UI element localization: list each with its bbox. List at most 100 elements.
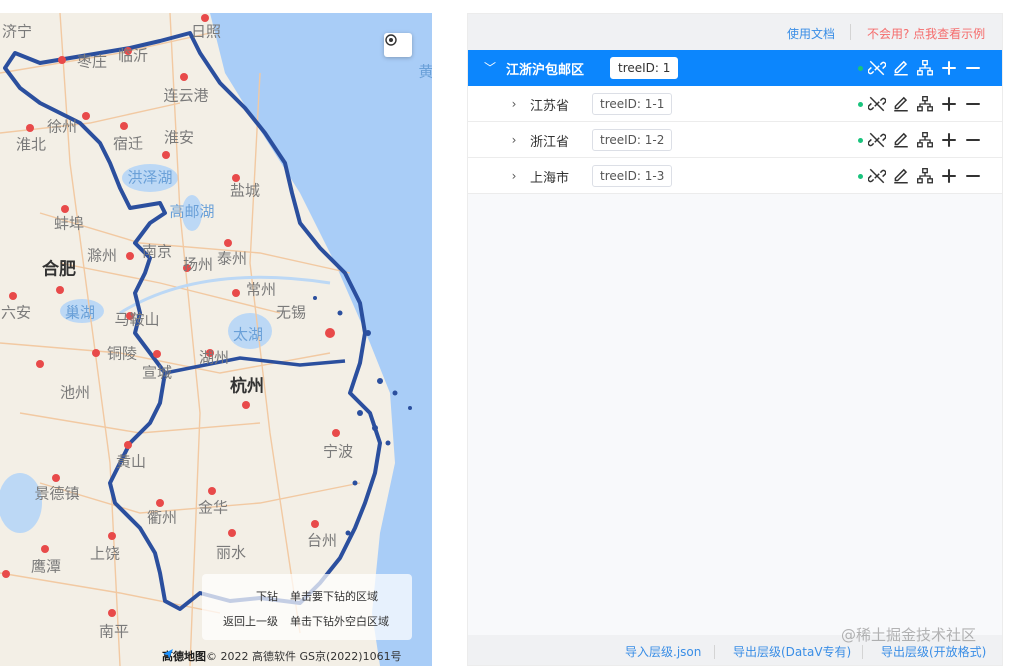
node-actions: [858, 59, 984, 77]
map-label: 枣庄: [76, 52, 108, 71]
region-tree: ﹀ 江浙沪包邮区 treeID: 1 › 江苏省 treeID: 1-1 › 浙江省 treeI…: [468, 50, 1002, 194]
map-label: 六安: [0, 303, 32, 322]
map-label: 高邮湖: [169, 202, 215, 221]
map-label: 池州: [59, 383, 91, 402]
status-dot: [858, 102, 863, 107]
unlink-icon[interactable]: [868, 131, 886, 149]
tree-id-tag: treeID: 1-1: [592, 93, 673, 115]
tree-id-tag: treeID: 1: [610, 57, 679, 79]
import-json-link[interactable]: 导入层级.json: [625, 643, 701, 660]
map-label: 黄: [418, 62, 432, 81]
map-canvas[interactable]: [0, 13, 432, 666]
tree-node-label[interactable]: 江苏省: [530, 95, 569, 114]
docs-link[interactable]: 使用文档: [787, 25, 835, 42]
node-actions: [858, 131, 984, 149]
map-label: 济宁: [1, 22, 33, 41]
map-label: 太湖: [232, 325, 264, 344]
map-label: 泰州: [216, 249, 248, 268]
locate-icon: [385, 34, 397, 46]
drill-hint-box: 下钻 单击要下钻的区域 返回上一级 单击下钻外空白区域: [202, 574, 412, 640]
map-label: 南平: [98, 622, 130, 641]
map-label: 蚌埠: [53, 214, 85, 233]
minus-icon[interactable]: [964, 59, 982, 77]
tree-node-label[interactable]: 浙江省: [530, 131, 569, 150]
locate-button[interactable]: [384, 33, 412, 57]
map-label: 宣城: [141, 363, 173, 382]
minus-icon[interactable]: [964, 95, 982, 113]
map-label: 宿迁: [112, 134, 144, 153]
attribution-text: © 2022 高德软件 GS京(2022)1061号: [206, 650, 402, 663]
tree-node[interactable]: › 浙江省 treeID: 1-2: [468, 122, 1002, 158]
map-label: 湖州: [198, 348, 230, 367]
unlink-icon[interactable]: [868, 95, 886, 113]
watermark: @稀土掘金技术社区: [841, 626, 977, 644]
map-label: 衢州: [146, 508, 178, 527]
map-label: 上饶: [89, 544, 121, 563]
panel-header: 使用文档 不会用? 点我查看示例: [468, 14, 1002, 50]
map-label: 台州: [306, 531, 338, 550]
hierarchy-icon[interactable]: [916, 131, 934, 149]
edit-icon[interactable]: [892, 95, 910, 113]
unlink-icon[interactable]: [868, 59, 886, 77]
tree-node-label[interactable]: 江浙沪包邮区: [506, 59, 584, 78]
map-label: 南京: [141, 242, 173, 261]
status-dot: [858, 138, 863, 143]
status-dot: [858, 174, 863, 179]
hint-drill-key: 下钻: [256, 590, 278, 603]
map-label: 铜陵: [106, 344, 138, 363]
map-label: 洪泽湖: [127, 168, 173, 187]
map-label: 无锡: [275, 303, 307, 322]
tree-id-tag: treeID: 1-2: [592, 129, 673, 151]
map-label: 日照: [190, 22, 222, 41]
map-label: 巢湖: [64, 303, 96, 322]
edit-icon[interactable]: [892, 167, 910, 185]
hierarchy-icon[interactable]: [916, 95, 934, 113]
map-label: 宁波: [322, 442, 354, 461]
map-label: 扬州: [182, 255, 214, 274]
plus-icon[interactable]: [940, 59, 958, 77]
chevron-right-icon[interactable]: ›: [507, 169, 521, 183]
export-datav-link[interactable]: 导出层级(DataV专有): [733, 643, 851, 660]
plus-icon[interactable]: [940, 167, 958, 185]
map-attribution: 高德地图© 2022 高德软件 GS京(2022)1061号: [162, 648, 402, 664]
divider: [714, 645, 715, 659]
minus-icon[interactable]: [964, 131, 982, 149]
edit-icon[interactable]: [892, 59, 910, 77]
edit-icon[interactable]: [892, 131, 910, 149]
map-label: 合肥: [42, 259, 76, 280]
hint-up-key: 返回上一级: [223, 615, 278, 628]
amap-logo-icon: [163, 649, 173, 659]
minus-icon[interactable]: [964, 167, 982, 185]
hierarchy-icon[interactable]: [916, 167, 934, 185]
hierarchy-icon[interactable]: [916, 59, 934, 77]
divider: [850, 24, 851, 40]
map-label: 景德镇: [34, 484, 80, 503]
plus-icon[interactable]: [940, 131, 958, 149]
status-dot: [858, 66, 863, 71]
tree-id-tag: treeID: 1-3: [592, 165, 673, 187]
plus-icon[interactable]: [940, 95, 958, 113]
tree-node[interactable]: › 上海市 treeID: 1-3: [468, 158, 1002, 194]
unlink-icon[interactable]: [868, 167, 886, 185]
map-label: 鹰潭: [30, 557, 62, 576]
chevron-down-icon[interactable]: ﹀: [483, 61, 497, 75]
tree-node-root[interactable]: ﹀ 江浙沪包邮区 treeID: 1: [468, 50, 1002, 86]
map-label: 淮北: [15, 135, 47, 154]
demo-link[interactable]: 不会用? 点我查看示例: [867, 25, 985, 42]
chevron-right-icon[interactable]: ›: [507, 133, 521, 147]
export-open-link[interactable]: 导出层级(开放格式): [881, 643, 986, 660]
map-view[interactable]: 济宁 日照 枣庄 临沂 徐州 连云港 淮北 宿迁 淮安 洪泽湖 盐城 蚌埠 高邮…: [0, 13, 432, 666]
map-label: 徐州: [46, 117, 78, 136]
node-actions: [858, 167, 984, 185]
divider: [862, 645, 863, 659]
map-label: 盐城: [229, 181, 261, 200]
node-actions: [858, 95, 984, 113]
tree-node-label[interactable]: 上海市: [530, 167, 569, 186]
map-label: 马鞍山: [114, 310, 160, 329]
map-label: 淮安: [163, 128, 195, 147]
chevron-right-icon[interactable]: ›: [507, 97, 521, 111]
map-label: 杭州: [230, 376, 264, 397]
map-label: 丽水: [215, 543, 247, 562]
region-tree-panel: 使用文档 不会用? 点我查看示例 ﹀ 江浙沪包邮区 treeID: 1 › 江苏省 tre…: [467, 13, 1003, 666]
tree-node[interactable]: › 江苏省 treeID: 1-1: [468, 86, 1002, 122]
